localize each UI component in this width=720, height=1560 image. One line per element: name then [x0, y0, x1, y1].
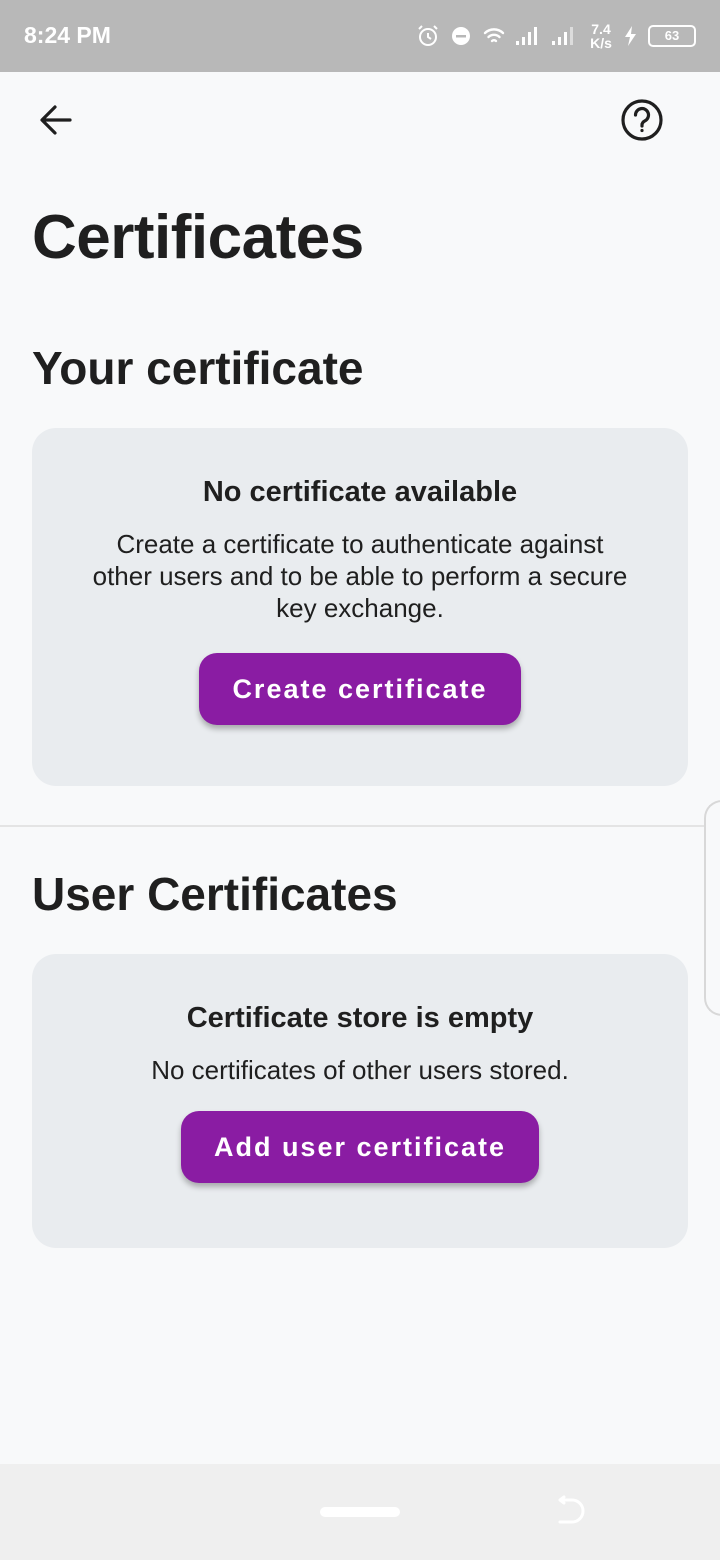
back-gesture-icon[interactable] — [552, 1494, 592, 1535]
network-speed: 7.4 K/s — [588, 22, 614, 50]
help-circle-icon — [620, 98, 664, 147]
status-time: 8:24 PM — [24, 22, 111, 48]
card-title: Certificate store is empty — [186, 1002, 534, 1034]
your-certificate-card: No certificate available Create a certif… — [32, 428, 688, 786]
app-bar — [0, 72, 720, 168]
user-certificates-card: Certificate store is empty No certificat… — [32, 954, 688, 1248]
home-gesture-pill[interactable] — [320, 1507, 400, 1517]
edge-panel-handle[interactable] — [704, 800, 720, 1016]
help-button[interactable] — [614, 94, 670, 150]
wifi-icon — [482, 26, 506, 46]
create-certificate-button[interactable]: Create certificate — [199, 653, 521, 725]
signal-icon — [552, 26, 578, 46]
page-title: Certificates — [32, 203, 364, 272]
card-title: No certificate available — [202, 476, 518, 508]
arrow-left-icon — [38, 102, 74, 143]
status-bar: 8:24 PM 7.4 K/s 63 — [0, 0, 720, 72]
status-icons: 7.4 K/s 63 — [416, 18, 696, 54]
divider — [0, 825, 720, 827]
network-speed-unit: K/s — [590, 35, 612, 51]
network-speed-value: 7.4 — [591, 21, 611, 37]
back-button[interactable] — [28, 94, 84, 150]
alarm-icon — [416, 24, 440, 48]
section-title-user-certificates: User Certificates — [32, 868, 398, 920]
card-body: Create a certificate to authenticate aga… — [92, 529, 628, 623]
add-user-certificate-button[interactable]: Add user certificate — [180, 1111, 540, 1183]
charging-icon — [624, 26, 638, 46]
navigation-bar — [0, 1464, 720, 1560]
signal-icon — [516, 26, 542, 46]
battery-icon: 63 — [648, 25, 696, 47]
card-body: No certificates of other users stored. — [151, 1055, 569, 1085]
section-title-your-certificate: Your certificate — [32, 342, 364, 394]
do-not-disturb-icon — [450, 25, 472, 47]
